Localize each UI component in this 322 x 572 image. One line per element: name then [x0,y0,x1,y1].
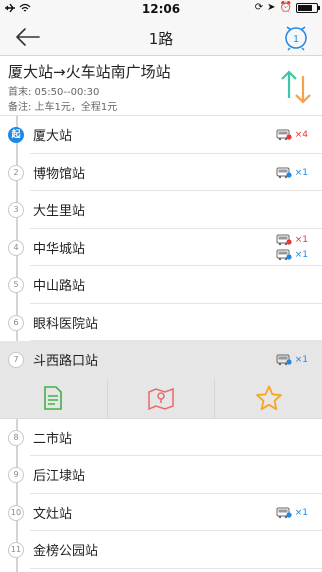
station-row[interactable]: 4 中华城站 ×1 ×1 [0,229,322,266]
nav-bar: 1路 1 [0,18,322,56]
station-row[interactable]: 10 文灶站 ×1 [0,494,322,531]
page-title: 1路 [148,30,174,48]
switch-direction-icon[interactable] [280,68,312,106]
map-pin-icon [148,387,174,410]
start-station-badge: 起 [8,127,24,143]
station-number: 10 [8,504,24,521]
bus-icon [276,507,292,518]
station-name: 文灶站 [33,506,73,522]
row-divider [30,567,322,569]
station-number: 5 [8,277,24,293]
alarm-clock-icon: 1 [285,26,307,51]
bus-count: ×1 [294,167,308,178]
station-number: 6 [8,314,24,331]
lock-rotation-icon: ⟳ [254,2,264,13]
bus-count: ×1 [294,249,308,260]
favorite-button[interactable] [215,379,322,418]
station-number: 3 [8,202,24,218]
station-name: 博物馆站 [33,166,86,182]
station-name: 中山路站 [33,279,86,294]
bus-count: ×1 [294,507,308,518]
station-name: 厦大站 [33,129,73,144]
station-row[interactable]: 7 斗西路口站 ×1 [0,341,322,379]
detail-button[interactable] [0,378,108,418]
status-bar: 12:06 ⟳ ➤ ⏰ [0,0,322,18]
station-number: 4 [8,239,24,256]
bus-count: ×1 [294,355,308,365]
station-row[interactable]: 6 眼科医院站 [0,304,322,341]
station-row[interactable]: 3 大生里站 [0,191,322,229]
alarm-badge: 1 [293,34,299,45]
bus-approaching-indicator: ×1 [276,353,308,367]
bus-approaching-indicator: ×1 [276,248,308,262]
station-number: 8 [8,429,24,446]
route-title: 厦大站→火车站南广场站 [8,63,171,81]
station-row[interactable]: 2 博物馆站 ×1 [0,154,322,191]
station-name: 二市站 [33,431,73,447]
star-icon [255,385,282,411]
bus-arrived-indicator: ×1 [276,233,308,247]
station-row[interactable]: 起厦大站 ×4 [0,116,322,154]
station-name: 中华城站 [33,241,86,257]
station-map-button[interactable] [108,378,216,418]
bus-icon [276,249,292,260]
station-list: 起厦大站 ×4 2 博物馆站 ×1 3 大生里站 4 中华城站 ×1 ×1 5 中山路站 6 眼科医院站 7 斗… [0,116,322,572]
station-name: 斗西路口站 [33,354,99,369]
location-icon: ➤ [267,2,276,13]
station-name: 大生里站 [33,204,86,219]
route-header: 厦大站→火车站南广场站 首末: 05:50--00:30 备注: 上车1元，全程… [0,56,322,116]
station-number: 9 [8,467,24,483]
route-note: 备注: 上车1元，全程1元 [8,102,118,113]
bus-count: ×4 [294,130,308,140]
route-time: 首末: 05:50--00:30 [8,87,100,98]
station-name: 金榜公园站 [33,544,99,559]
station-number: 7 [8,352,24,368]
station-number: 2 [8,164,24,181]
bus-arrived-indicator: ×4 [276,128,308,142]
station-number: 11 [8,542,24,558]
bus-count: ×1 [294,234,308,245]
bus-icon [276,354,292,366]
station-row[interactable]: 9 后江埭站 [0,456,322,494]
bus-approaching-indicator: ×1 [276,506,308,520]
alarm-icon: ⏰ [279,2,292,13]
bus-icon [276,167,292,178]
station-action-bar [0,378,322,419]
battery-icon [296,2,320,13]
bus-icon [276,234,292,245]
bus-icon [276,129,292,141]
station-row[interactable]: 11 金榜公园站 [0,531,322,569]
station-row[interactable]: 5 中山路站 [0,266,322,304]
bus-approaching-indicator: ×1 [276,166,308,180]
station-name: 后江埭站 [33,469,86,484]
document-icon [44,386,63,410]
alarm-clock-button[interactable]: 1 [282,22,310,52]
station-row[interactable]: 8 二市站 [0,419,322,456]
station-name: 眼科医院站 [33,316,99,332]
status-right: ⟳ ➤ ⏰ [254,2,320,13]
